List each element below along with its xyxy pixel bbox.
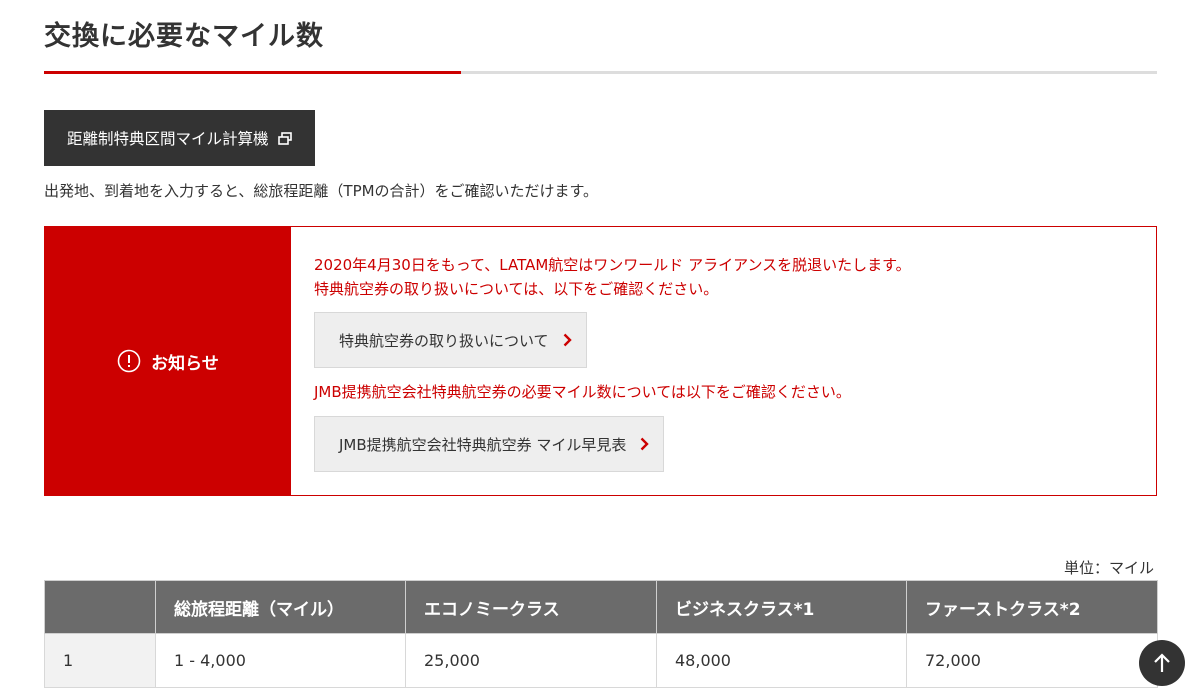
title-underline-accent <box>44 71 461 74</box>
table-header-row: 総旅程距離（マイル） エコノミークラス ビジネスクラス*1 ファーストクラス*2 <box>44 580 1158 634</box>
award-ticket-handling-button[interactable]: 特典航空券の取り扱いについて <box>314 312 587 368</box>
chevron-right-icon <box>641 437 650 451</box>
header-economy: エコノミークラス <box>405 580 657 634</box>
external-window-icon <box>277 132 292 145</box>
notice-box: お知らせ 2020年4月30日をもって、LATAM航空はワンワールド アライアン… <box>44 226 1157 496</box>
scroll-to-top-button[interactable] <box>1139 640 1185 686</box>
header-business: ビジネスクラス*1 <box>656 580 907 634</box>
miles-table: 総旅程距離（マイル） エコノミークラス ビジネスクラス*1 ファーストクラス*2… <box>44 580 1158 688</box>
calculator-description: 出発地、到着地を入力すると、総旅程距離（TPMの合計）をご確認いただけます。 <box>44 182 599 200</box>
cell-index: 1 <box>44 633 156 688</box>
header-total-distance: 総旅程距離（マイル） <box>155 580 406 634</box>
table-row: 1 1 - 4,000 25,000 48,000 72,000 <box>44 633 1158 688</box>
distance-calculator-label: 距離制特典区間マイル計算機 <box>67 130 269 148</box>
notice-line-1: 2020年4月30日をもって、LATAM航空はワンワールド アライアンスを脱退い… <box>314 256 911 274</box>
header-index <box>44 580 156 634</box>
page-title: 交換に必要なマイル数 <box>44 21 324 52</box>
notice-line-3: JMB提携航空会社特典航空券の必要マイル数については以下をご確認ください。 <box>314 383 851 401</box>
header-first: ファーストクラス*2 <box>906 580 1158 634</box>
cell-distance: 1 - 4,000 <box>155 633 406 688</box>
cell-business: 48,000 <box>656 633 907 688</box>
distance-calculator-button[interactable]: 距離制特典区間マイル計算機 <box>44 110 315 166</box>
unit-label: 単位：マイル <box>1063 559 1154 577</box>
notice-header: お知らせ <box>45 227 291 495</box>
cell-economy: 25,000 <box>405 633 657 688</box>
partner-award-chart-label: JMB提携航空会社特典航空券 マイル早見表 <box>339 435 627 454</box>
arrow-up-icon <box>1154 653 1170 672</box>
notice-line-2: 特典航空券の取り扱いについては、以下をご確認ください。 <box>314 280 719 298</box>
chevron-right-icon <box>563 333 572 347</box>
partner-award-chart-button[interactable]: JMB提携航空会社特典航空券 マイル早見表 <box>314 416 665 472</box>
notice-label: お知らせ <box>151 353 219 374</box>
award-ticket-handling-label: 特典航空券の取り扱いについて <box>339 331 549 350</box>
notice-content: 2020年4月30日をもって、LATAM航空はワンワールド アライアンスを脱退い… <box>291 227 1156 495</box>
cell-first: 72,000 <box>906 633 1158 688</box>
alert-circle-icon <box>117 349 141 373</box>
